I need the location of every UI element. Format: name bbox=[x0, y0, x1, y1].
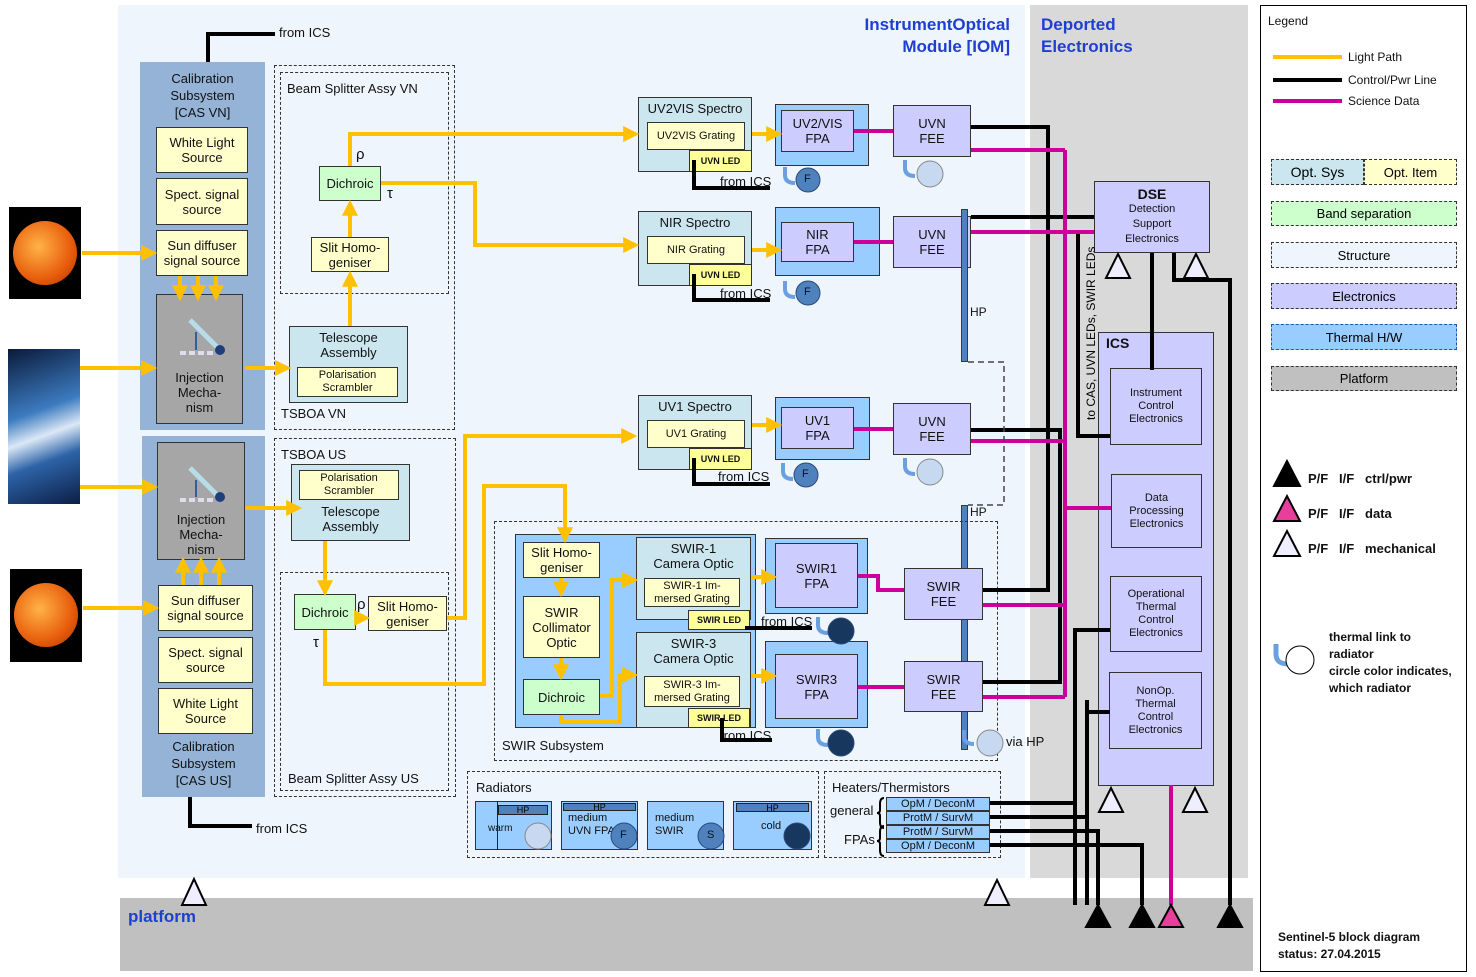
legend-data-triangle-icon bbox=[1272, 493, 1302, 522]
f-mark: F bbox=[620, 829, 627, 841]
thermal-link-icon bbox=[783, 281, 796, 299]
light-paths bbox=[80, 126, 783, 724]
thermal-link-icon bbox=[783, 167, 796, 185]
thermal-link-icon bbox=[816, 617, 829, 635]
connections bbox=[80, 32, 1342, 928]
radiator-cold-circle-icon bbox=[827, 617, 855, 645]
cold-radiator-circle-icon bbox=[783, 822, 811, 850]
ctrl-triangle-icon bbox=[1084, 902, 1112, 928]
f-mark: F bbox=[804, 173, 811, 185]
warm-radiator-circle-icon bbox=[524, 822, 552, 850]
ctrl-triangle-icon bbox=[1216, 902, 1244, 928]
legend-ctrl-triangle-icon bbox=[1272, 458, 1302, 487]
radiator-warm-circle-icon bbox=[976, 729, 1004, 757]
thermal-link-icon bbox=[903, 160, 916, 178]
mechanical-triangle-icon bbox=[180, 876, 208, 906]
legend-circle-icon bbox=[1285, 645, 1315, 675]
thermal-link-icon bbox=[781, 463, 794, 481]
thermal-link-icon bbox=[903, 458, 916, 476]
s-mark: S bbox=[707, 829, 715, 841]
radiator-cold-circle-icon bbox=[827, 729, 855, 757]
mechanical-triangle-icon bbox=[1182, 251, 1210, 279]
mechanical-triangle-icon bbox=[1097, 785, 1125, 813]
ctrl-triangle-icon bbox=[1128, 902, 1156, 928]
hp-dashed-link bbox=[968, 361, 1005, 506]
thermal-link-icon bbox=[816, 729, 829, 747]
fpas-brace bbox=[876, 825, 885, 857]
legend-mech-triangle-icon bbox=[1272, 528, 1302, 557]
interface-triangles bbox=[180, 251, 1302, 928]
injection-mirror-icon bbox=[180, 318, 225, 502]
radiator-warm-circle-icon bbox=[916, 160, 944, 188]
mechanical-triangle-icon bbox=[1104, 251, 1132, 279]
radiator-warm-circle-icon bbox=[916, 458, 944, 486]
general-brace bbox=[876, 797, 885, 829]
thermal-link-icon bbox=[962, 730, 975, 746]
science-data-lines bbox=[854, 129, 1173, 905]
mechanical-triangle-icon bbox=[983, 877, 1011, 906]
f-mark: F bbox=[804, 286, 811, 298]
control-lines bbox=[188, 32, 1232, 905]
data-triangle-icon bbox=[1157, 902, 1185, 928]
f-mark: F bbox=[802, 468, 809, 480]
mechanical-triangle-icon bbox=[1181, 785, 1209, 813]
